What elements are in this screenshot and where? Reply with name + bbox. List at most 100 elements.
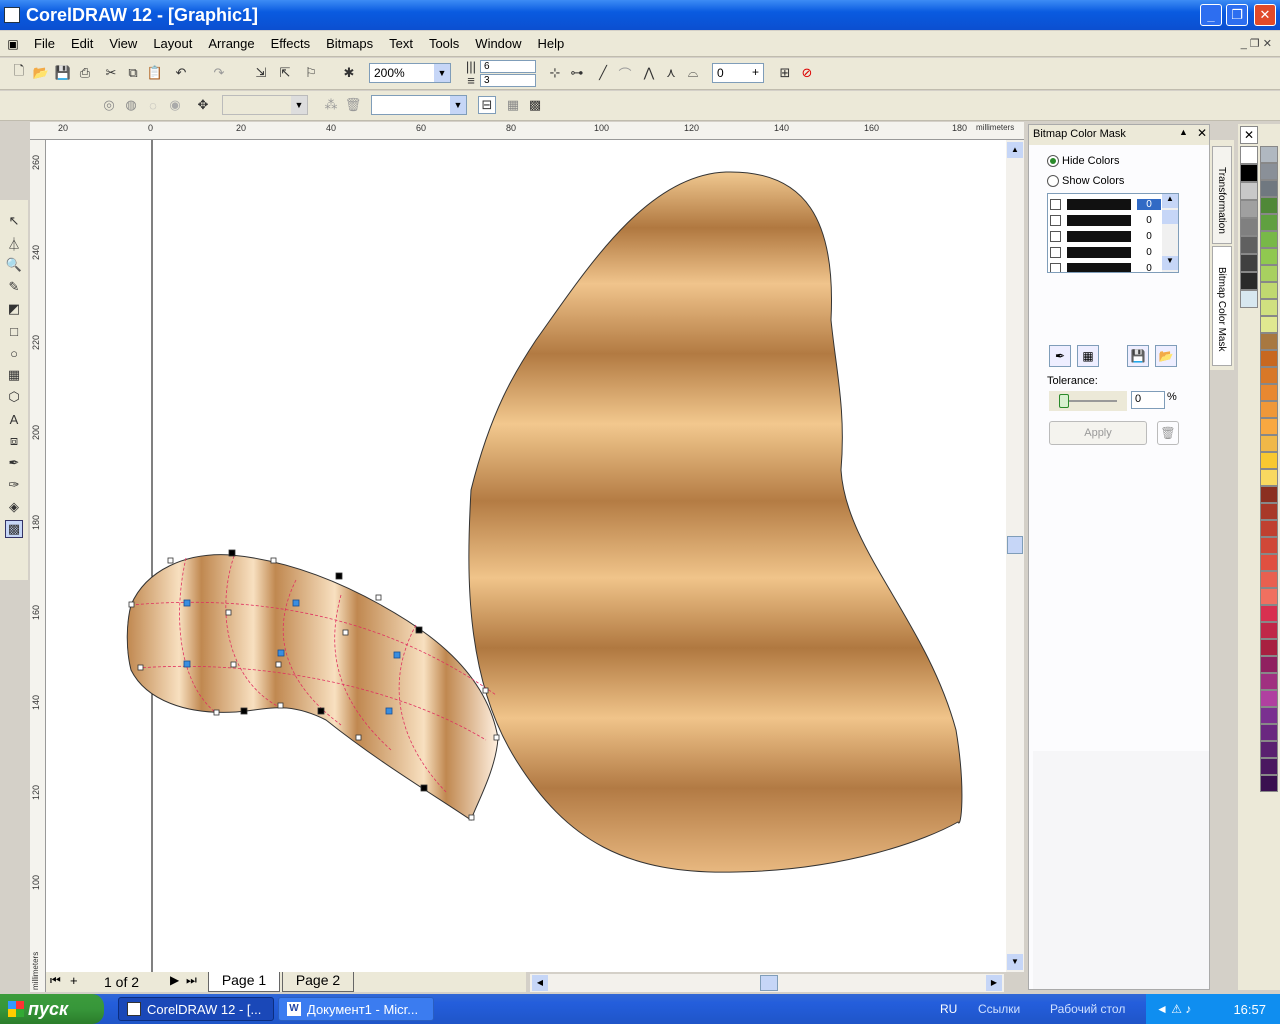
menu-effects[interactable]: Effects [263,36,319,51]
task-coreldraw[interactable]: CorelDRAW 12 - [... [118,997,274,1021]
eyedropper-tool-icon[interactable]: ✒ [5,454,23,472]
print-icon[interactable]: ⎙ [76,64,94,82]
save-icon[interactable]: 💾 [54,64,72,82]
copy-icon[interactable]: ⧉ [124,64,142,82]
drawing-svg[interactable] [46,140,1006,972]
slider-thumb[interactable] [1059,394,1069,408]
palette-swatch[interactable] [1260,571,1278,588]
eyedropper-icon[interactable]: ✒ [1049,345,1071,367]
mesh-smooth-icon[interactable]: ◌ [144,96,162,114]
palette-swatch[interactable] [1260,418,1278,435]
add-node-icon[interactable]: ⁂ [322,96,340,114]
open-mask-icon[interactable]: 📂 [1155,345,1177,367]
cut-icon[interactable]: ✂ [102,64,120,82]
scroll-right-icon[interactable]: ▶ [986,975,1002,991]
node-symmetric-icon[interactable]: ⌓ [684,64,702,82]
launcher-icon[interactable]: ⚐ [302,64,320,82]
mesh-reduce-icon[interactable]: ◉ [166,96,184,114]
edit-color-icon[interactable]: ▦ [1077,345,1099,367]
line-mode-icon[interactable]: ╱ [594,64,612,82]
palette-swatch[interactable] [1240,146,1258,164]
menu-edit[interactable]: Edit [63,36,101,51]
fill-tool-icon[interactable]: ◈ [5,498,23,516]
delete-icon[interactable]: 🗑 [344,96,362,114]
palette-swatch[interactable] [1260,146,1278,163]
palette-swatch[interactable] [1260,452,1278,469]
palette-swatch[interactable] [1240,254,1258,272]
doc-window-controls[interactable]: _ ❐ ✕ [1241,37,1272,50]
scroll-down-icon[interactable]: ▼ [1162,256,1178,270]
palette-swatch[interactable] [1260,435,1278,452]
palette-swatch[interactable] [1260,656,1278,673]
close-button[interactable]: ✕ [1254,4,1276,26]
zoom-combo[interactable]: 200% ▼ [369,63,451,83]
last-page-icon[interactable]: ⏭ [186,973,197,988]
palette-swatch[interactable] [1240,290,1258,308]
list-item[interactable]: 0 [1050,213,1162,227]
scroll-thumb[interactable] [1007,536,1023,554]
doc-icon[interactable]: ▣ [0,37,26,51]
ellipse-tool-icon[interactable]: ○ [5,344,23,362]
smart-fill-tool-icon[interactable]: ◩ [5,300,23,318]
palette-swatch[interactable] [1260,282,1278,299]
freehand-tool-icon[interactable]: ✎ [5,278,23,296]
palette-swatch[interactable] [1240,272,1258,290]
list-scroll-thumb[interactable] [1162,210,1178,224]
palette-swatch[interactable] [1260,231,1278,248]
text-tool-icon[interactable]: A [5,410,23,428]
angle-field[interactable]: 0 + [712,63,764,83]
menu-view[interactable]: View [101,36,145,51]
palette-swatch[interactable] [1260,299,1278,316]
basic-shapes-tool-icon[interactable]: ⬡ [5,388,23,406]
menu-text[interactable]: Text [381,36,421,51]
tolerance-input[interactable]: 0 [1131,391,1165,409]
menu-help[interactable]: Help [530,36,573,51]
links-toolbar[interactable]: Ссылки [978,1002,1020,1016]
small-mesh-shape[interactable] [126,554,499,821]
menu-layout[interactable]: Layout [145,36,200,51]
palette-swatch[interactable] [1260,588,1278,605]
open-icon[interactable]: 📂 [32,64,50,82]
align-v-icon[interactable]: ⊶ [568,64,586,82]
tab-transformation[interactable]: Transformation [1212,146,1232,244]
trash-icon[interactable]: 🗑 [1157,421,1179,445]
palette-swatch[interactable] [1260,775,1278,792]
palette-swatch[interactable] [1260,469,1278,486]
palette-swatch[interactable] [1260,333,1278,350]
app-icon[interactable] [4,7,20,23]
mesh-fill-icon[interactable]: ▩ [526,96,544,114]
chevron-down-icon[interactable]: ▼ [450,96,466,114]
palette-swatch[interactable] [1260,214,1278,231]
list-item[interactable]: 0 [1050,245,1162,259]
drawing-canvas[interactable] [46,140,1006,972]
mesh-edit-icon[interactable]: ◍ [122,96,140,114]
palette-swatch[interactable] [1260,724,1278,741]
palette-swatch[interactable] [1260,163,1278,180]
undo-icon[interactable]: ↶ [172,64,190,82]
plus-icon[interactable]: + [752,65,759,79]
palette-swatch[interactable] [1260,486,1278,503]
paste-icon[interactable]: 📋 [146,64,164,82]
list-item[interactable]: 0 [1050,229,1162,243]
curve-mode-icon[interactable]: ⌒ [616,64,634,82]
palette-swatch[interactable] [1240,164,1258,182]
copies-h-field[interactable]: 6 [480,60,536,73]
hide-colors-radio[interactable]: Hide Colors [1047,155,1119,167]
shape-tool-icon[interactable]: ⏃ [5,234,23,252]
palette-swatch[interactable] [1260,197,1278,214]
interactive-blend-tool-icon[interactable]: ⧈ [5,432,23,450]
pick-tool-icon[interactable]: ↖ [5,212,23,230]
palette-swatch[interactable] [1260,758,1278,775]
scroll-left-icon[interactable]: ◀ [532,975,548,991]
task-word[interactable]: W Документ1 - Micr... [278,997,434,1021]
vertical-ruler[interactable]: 260 240 220 200 180 160 140 120 100 mill… [30,140,46,992]
palette-swatch[interactable] [1260,605,1278,622]
palette-swatch[interactable] [1260,554,1278,571]
rectangle-tool-icon[interactable]: □ [5,322,23,340]
palette-swatch[interactable] [1260,350,1278,367]
mesh-preset-combo[interactable]: ▼ [371,95,467,115]
apply-button[interactable]: Apply [1049,421,1147,445]
palette-swatch[interactable] [1260,622,1278,639]
tab-page-1[interactable]: Page 1 [208,972,280,992]
language-indicator[interactable]: RU [940,1002,957,1016]
